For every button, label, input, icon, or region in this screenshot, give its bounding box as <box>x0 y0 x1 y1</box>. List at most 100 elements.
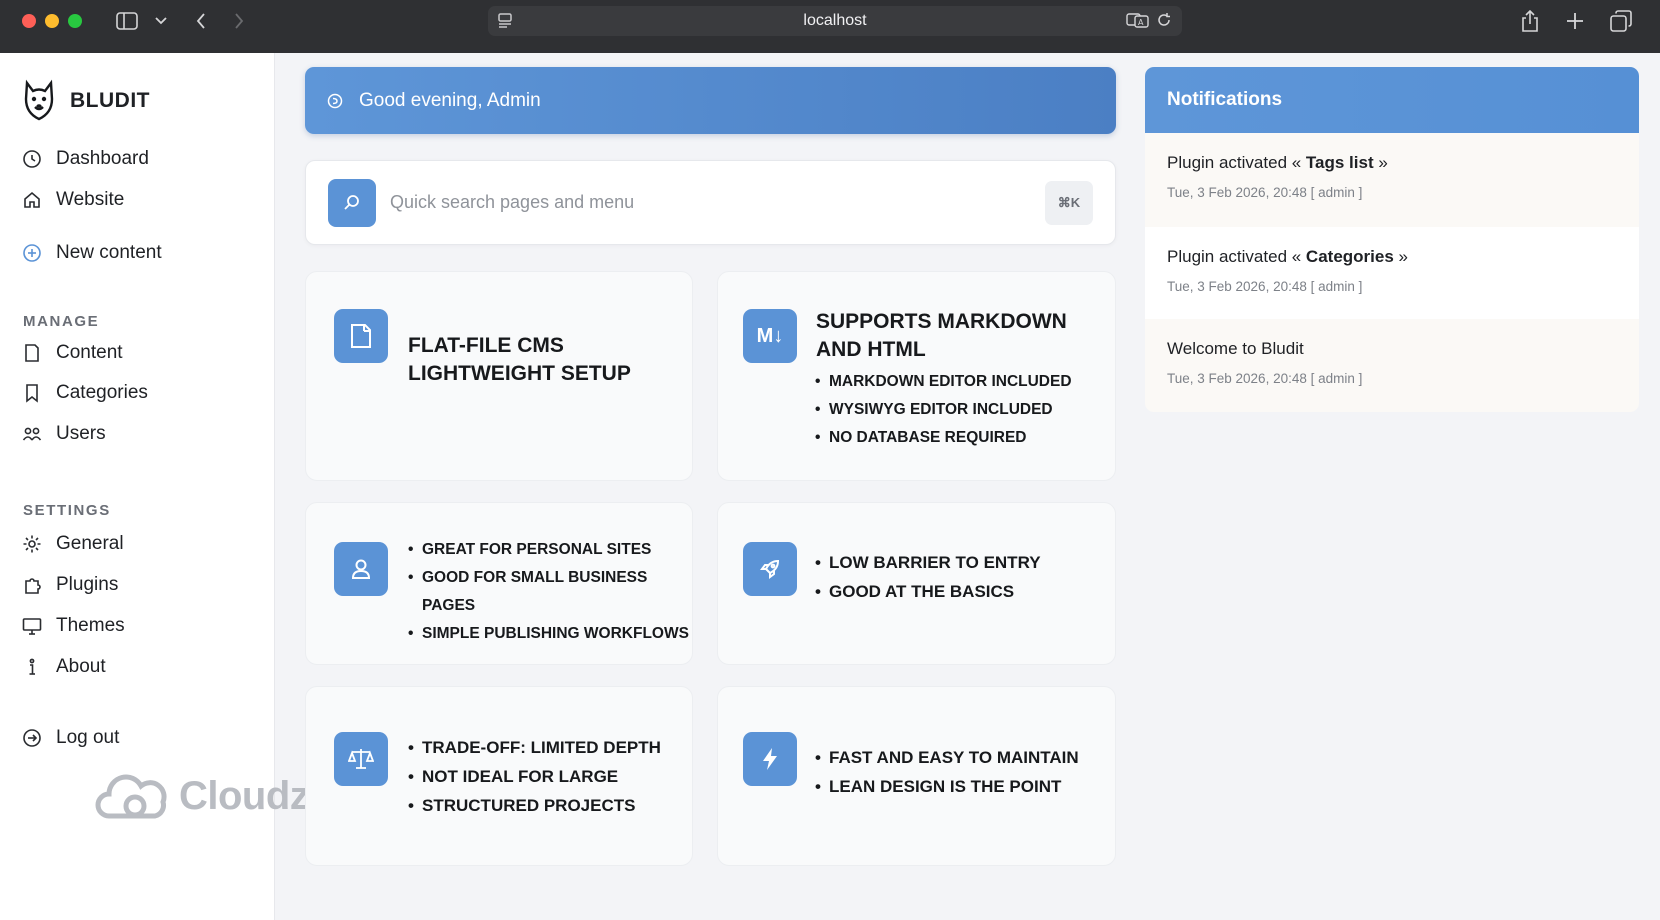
sidebar-item-new-content[interactable]: New content <box>22 239 162 267</box>
sidebar-item-label: Dashboard <box>56 148 149 169</box>
feature-card: FAST AND EASY TO MAINTAIN LEAN DESIGN IS… <box>717 686 1116 866</box>
home-icon <box>24 191 40 208</box>
brand-logo[interactable]: BLUDIT <box>22 79 150 123</box>
notifications-panel: Notifications Plugin activated « Tags li… <box>1145 67 1639 412</box>
card-title: SUPPORTS MARKDOWN AND HTML <box>816 310 1067 361</box>
users-icon <box>22 427 42 441</box>
chevron-down-icon[interactable] <box>152 8 170 34</box>
sidebar-item-label: Users <box>56 423 106 444</box>
feature-card: TRADE-OFF: LIMITED DEPTH NOT IDEAL FOR L… <box>305 686 693 866</box>
brand-name: BLUDIT <box>70 89 150 112</box>
sidebar-item-label: Categories <box>56 382 148 403</box>
sidebar-item-label: Plugins <box>56 574 119 595</box>
settings-heading: SETTINGS <box>23 502 111 519</box>
notification-meta: Tue, 3 Feb 2026, 20:48 [ admin ] <box>1167 279 1363 294</box>
list-item: SIMPLE PUBLISHING WORKFLOWS <box>408 620 692 648</box>
document-icon <box>25 344 39 362</box>
bookmark-icon <box>26 384 38 403</box>
sidebar-item-dashboard[interactable]: Dashboard <box>22 145 149 173</box>
feature-card: M↓ SUPPORTS MARKDOWN AND HTML MARKDOWN E… <box>717 271 1116 481</box>
notification-item[interactable]: Plugin activated « Categories » Tue, 3 F… <box>1145 227 1639 319</box>
sidebar-item-content[interactable]: Content <box>22 339 123 367</box>
list-item: LOW BARRIER TO ENTRY <box>815 548 1041 577</box>
share-icon[interactable] <box>1518 8 1542 34</box>
greeting-text: Good evening, Admin <box>359 89 541 111</box>
card-bullet-list: MARKDOWN EDITOR INCLUDED WYSIWYG EDITOR … <box>815 368 1072 452</box>
list-item: TRADE-OFF: LIMITED DEPTH <box>408 733 661 762</box>
bludit-dog-icon <box>24 79 54 121</box>
notification-meta: Tue, 3 Feb 2026, 20:48 [ admin ] <box>1167 371 1363 386</box>
maximize-window-button[interactable] <box>68 14 82 28</box>
search-input[interactable] <box>390 192 1045 213</box>
tab-overview-icon[interactable] <box>1608 8 1634 34</box>
sidebar-item-users[interactable]: Users <box>22 420 106 448</box>
document-icon <box>334 309 388 363</box>
list-item: GOOD FOR SMALL BUSINESS PAGES <box>408 564 692 620</box>
feature-card: LOW BARRIER TO ENTRY GOOD AT THE BASICS <box>717 502 1116 665</box>
sidebar-item-label: Content <box>56 342 123 363</box>
svg-text:A: A <box>1138 18 1144 27</box>
list-item: MARKDOWN EDITOR INCLUDED <box>815 368 1072 396</box>
notification-meta: Tue, 3 Feb 2026, 20:48 [ admin ] <box>1167 185 1363 200</box>
sidebar-item-website[interactable]: Website <box>22 186 124 214</box>
logout-button[interactable]: Log out <box>22 724 119 752</box>
list-item: WYSIWYG EDITOR INCLUDED <box>815 396 1072 424</box>
notification-title: Welcome to Bludit <box>1167 339 1304 358</box>
notifications-title: Notifications <box>1145 67 1639 133</box>
list-item: GREAT FOR PERSONAL SITES <box>408 536 692 564</box>
address-bar[interactable]: localhost A <box>488 6 1182 36</box>
greeting-banner: Good evening, Admin <box>305 67 1116 134</box>
sidebar-item-label: New content <box>56 242 162 263</box>
translate-icon[interactable]: A <box>1126 12 1150 33</box>
list-item: FAST AND EASY TO MAINTAIN <box>815 743 1079 772</box>
card-title: FLAT-FILE CMS LIGHTWEIGHT SETUP <box>408 334 631 385</box>
sidebar-item-label: General <box>56 533 124 554</box>
list-item: GOOD AT THE BASICS <box>815 577 1041 606</box>
notification-title: Plugin activated « Tags list » <box>1167 153 1388 172</box>
new-tab-icon[interactable] <box>1563 8 1587 34</box>
monitor-icon <box>22 618 42 635</box>
logout-label: Log out <box>56 727 120 748</box>
back-icon[interactable] <box>192 8 210 34</box>
search-icon[interactable] <box>328 178 376 227</box>
notification-title: Plugin activated « Categories » <box>1167 247 1408 266</box>
sidebar-item-general[interactable]: General <box>22 530 124 558</box>
puzzle-icon <box>25 578 41 594</box>
list-item: NO DATABASE REQUIRED <box>815 424 1072 452</box>
card-bullet-list: LOW BARRIER TO ENTRY GOOD AT THE BASICS <box>815 548 1041 606</box>
info-icon <box>29 658 35 675</box>
bolt-icon <box>743 732 797 786</box>
logout-icon <box>23 729 41 747</box>
card-bullet-list: TRADE-OFF: LIMITED DEPTH NOT IDEAL FOR L… <box>408 733 661 820</box>
reload-icon[interactable] <box>1156 12 1172 33</box>
url-text: localhost <box>803 12 867 29</box>
page-menu-icon[interactable] <box>496 11 514 34</box>
list-item: LEAN DESIGN IS THE POINT <box>815 772 1079 801</box>
cloud-icon <box>95 774 167 819</box>
sidebar-item-label: Website <box>56 189 125 210</box>
sidebar-item-themes[interactable]: Themes <box>22 612 125 640</box>
sidebar-item-label: About <box>56 656 106 677</box>
sidebar-item-about[interactable]: About <box>22 653 106 681</box>
user-icon <box>334 542 388 596</box>
manage-heading: MANAGE <box>23 313 100 330</box>
sidebar-item-plugins[interactable]: Plugins <box>22 571 118 599</box>
markdown-icon: M↓ <box>743 309 797 363</box>
sidebar-toggle-icon[interactable] <box>114 8 140 34</box>
dashboard-icon <box>23 150 41 168</box>
feature-card: FLAT-FILE CMS LIGHTWEIGHT SETUP <box>305 271 693 481</box>
notification-item[interactable]: Welcome to Bludit Tue, 3 Feb 2026, 20:48… <box>1145 319 1639 411</box>
notification-item[interactable]: Plugin activated « Tags list » Tue, 3 Fe… <box>1145 133 1639 225</box>
minimize-window-button[interactable] <box>45 14 59 28</box>
card-bullet-list: FAST AND EASY TO MAINTAIN LEAN DESIGN IS… <box>815 743 1079 801</box>
quick-search: ⌘K <box>305 160 1116 245</box>
search-shortcut-badge: ⌘K <box>1045 180 1093 225</box>
forward-icon[interactable] <box>230 8 248 34</box>
sidebar-item-categories[interactable]: Categories <box>22 379 148 407</box>
list-item: NOT IDEAL FOR LARGE <box>408 762 661 791</box>
cloudzy-watermark: Cloudzy <box>95 772 332 820</box>
list-item: STRUCTURED PROJECTS <box>408 791 661 820</box>
close-window-button[interactable] <box>22 14 36 28</box>
sidebar-item-label: Themes <box>56 615 125 636</box>
plus-circle-icon <box>23 244 41 262</box>
